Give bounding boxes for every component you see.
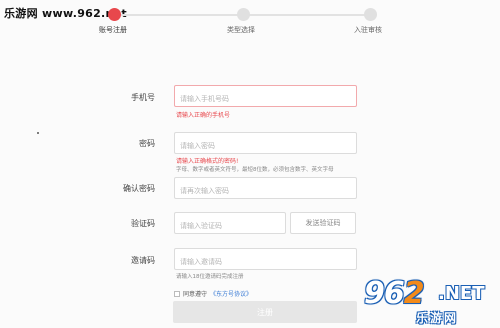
confirm-password-input[interactable] — [175, 181, 356, 201]
confirm-password-label: 确认密码 — [123, 184, 155, 193]
phone-label: 手机号 — [131, 93, 155, 102]
step-3-label: 入驻审核 — [354, 26, 382, 34]
password-hint: 字母、数字或者英文符号，最短8位数，必须包含数字、英文字母 — [176, 167, 334, 173]
phone-field[interactable] — [174, 85, 357, 109]
brand-logo: 962 .NET 乐游网 — [364, 276, 498, 326]
logo-main-left: 96 — [364, 276, 405, 311]
step-2-dot — [237, 8, 250, 21]
register-button[interactable]: 注册 — [173, 301, 357, 323]
password-input[interactable] — [175, 136, 356, 156]
code-field[interactable] — [174, 212, 286, 236]
invite-input[interactable] — [175, 252, 356, 272]
invite-hint: 请输入18位邀请码完成注册 — [176, 274, 244, 280]
step-1-dot — [108, 8, 121, 21]
phone-error: 请输入正确的手机号 — [176, 112, 231, 119]
agree-text: 同意遵守 — [183, 291, 208, 298]
agreement-link[interactable]: 《东方号协议》 — [210, 289, 252, 298]
password-label: 密码 — [139, 139, 155, 148]
logo-main-right: 2 — [403, 276, 425, 311]
step-2-label: 类型选择 — [227, 26, 255, 34]
step-1-label: 账号注册 — [99, 26, 127, 34]
logo-sub: 乐游网 — [416, 311, 459, 325]
registration-stepper: 账号注册 类型选择 入驻审核 — [0, 0, 500, 40]
password-field[interactable] — [174, 132, 357, 156]
send-code-button[interactable]: 发送验证码 — [290, 212, 356, 234]
logo-net: .NET — [438, 283, 485, 304]
invite-field[interactable] — [174, 248, 357, 272]
step-3-dot — [364, 8, 377, 21]
agree-checkbox[interactable] — [174, 290, 180, 297]
stray-dot — [37, 132, 39, 134]
invite-label: 邀请码 — [131, 256, 155, 265]
agreement-row: 同意遵守 《东方号协议》 — [174, 289, 252, 298]
confirm-password-field[interactable] — [174, 177, 357, 201]
code-label: 验证码 — [131, 219, 155, 228]
code-input[interactable] — [175, 216, 285, 236]
phone-input[interactable] — [175, 89, 356, 109]
password-error: 请输入正确格式的密码! — [176, 158, 239, 165]
logo-main: 962 — [364, 276, 425, 311]
